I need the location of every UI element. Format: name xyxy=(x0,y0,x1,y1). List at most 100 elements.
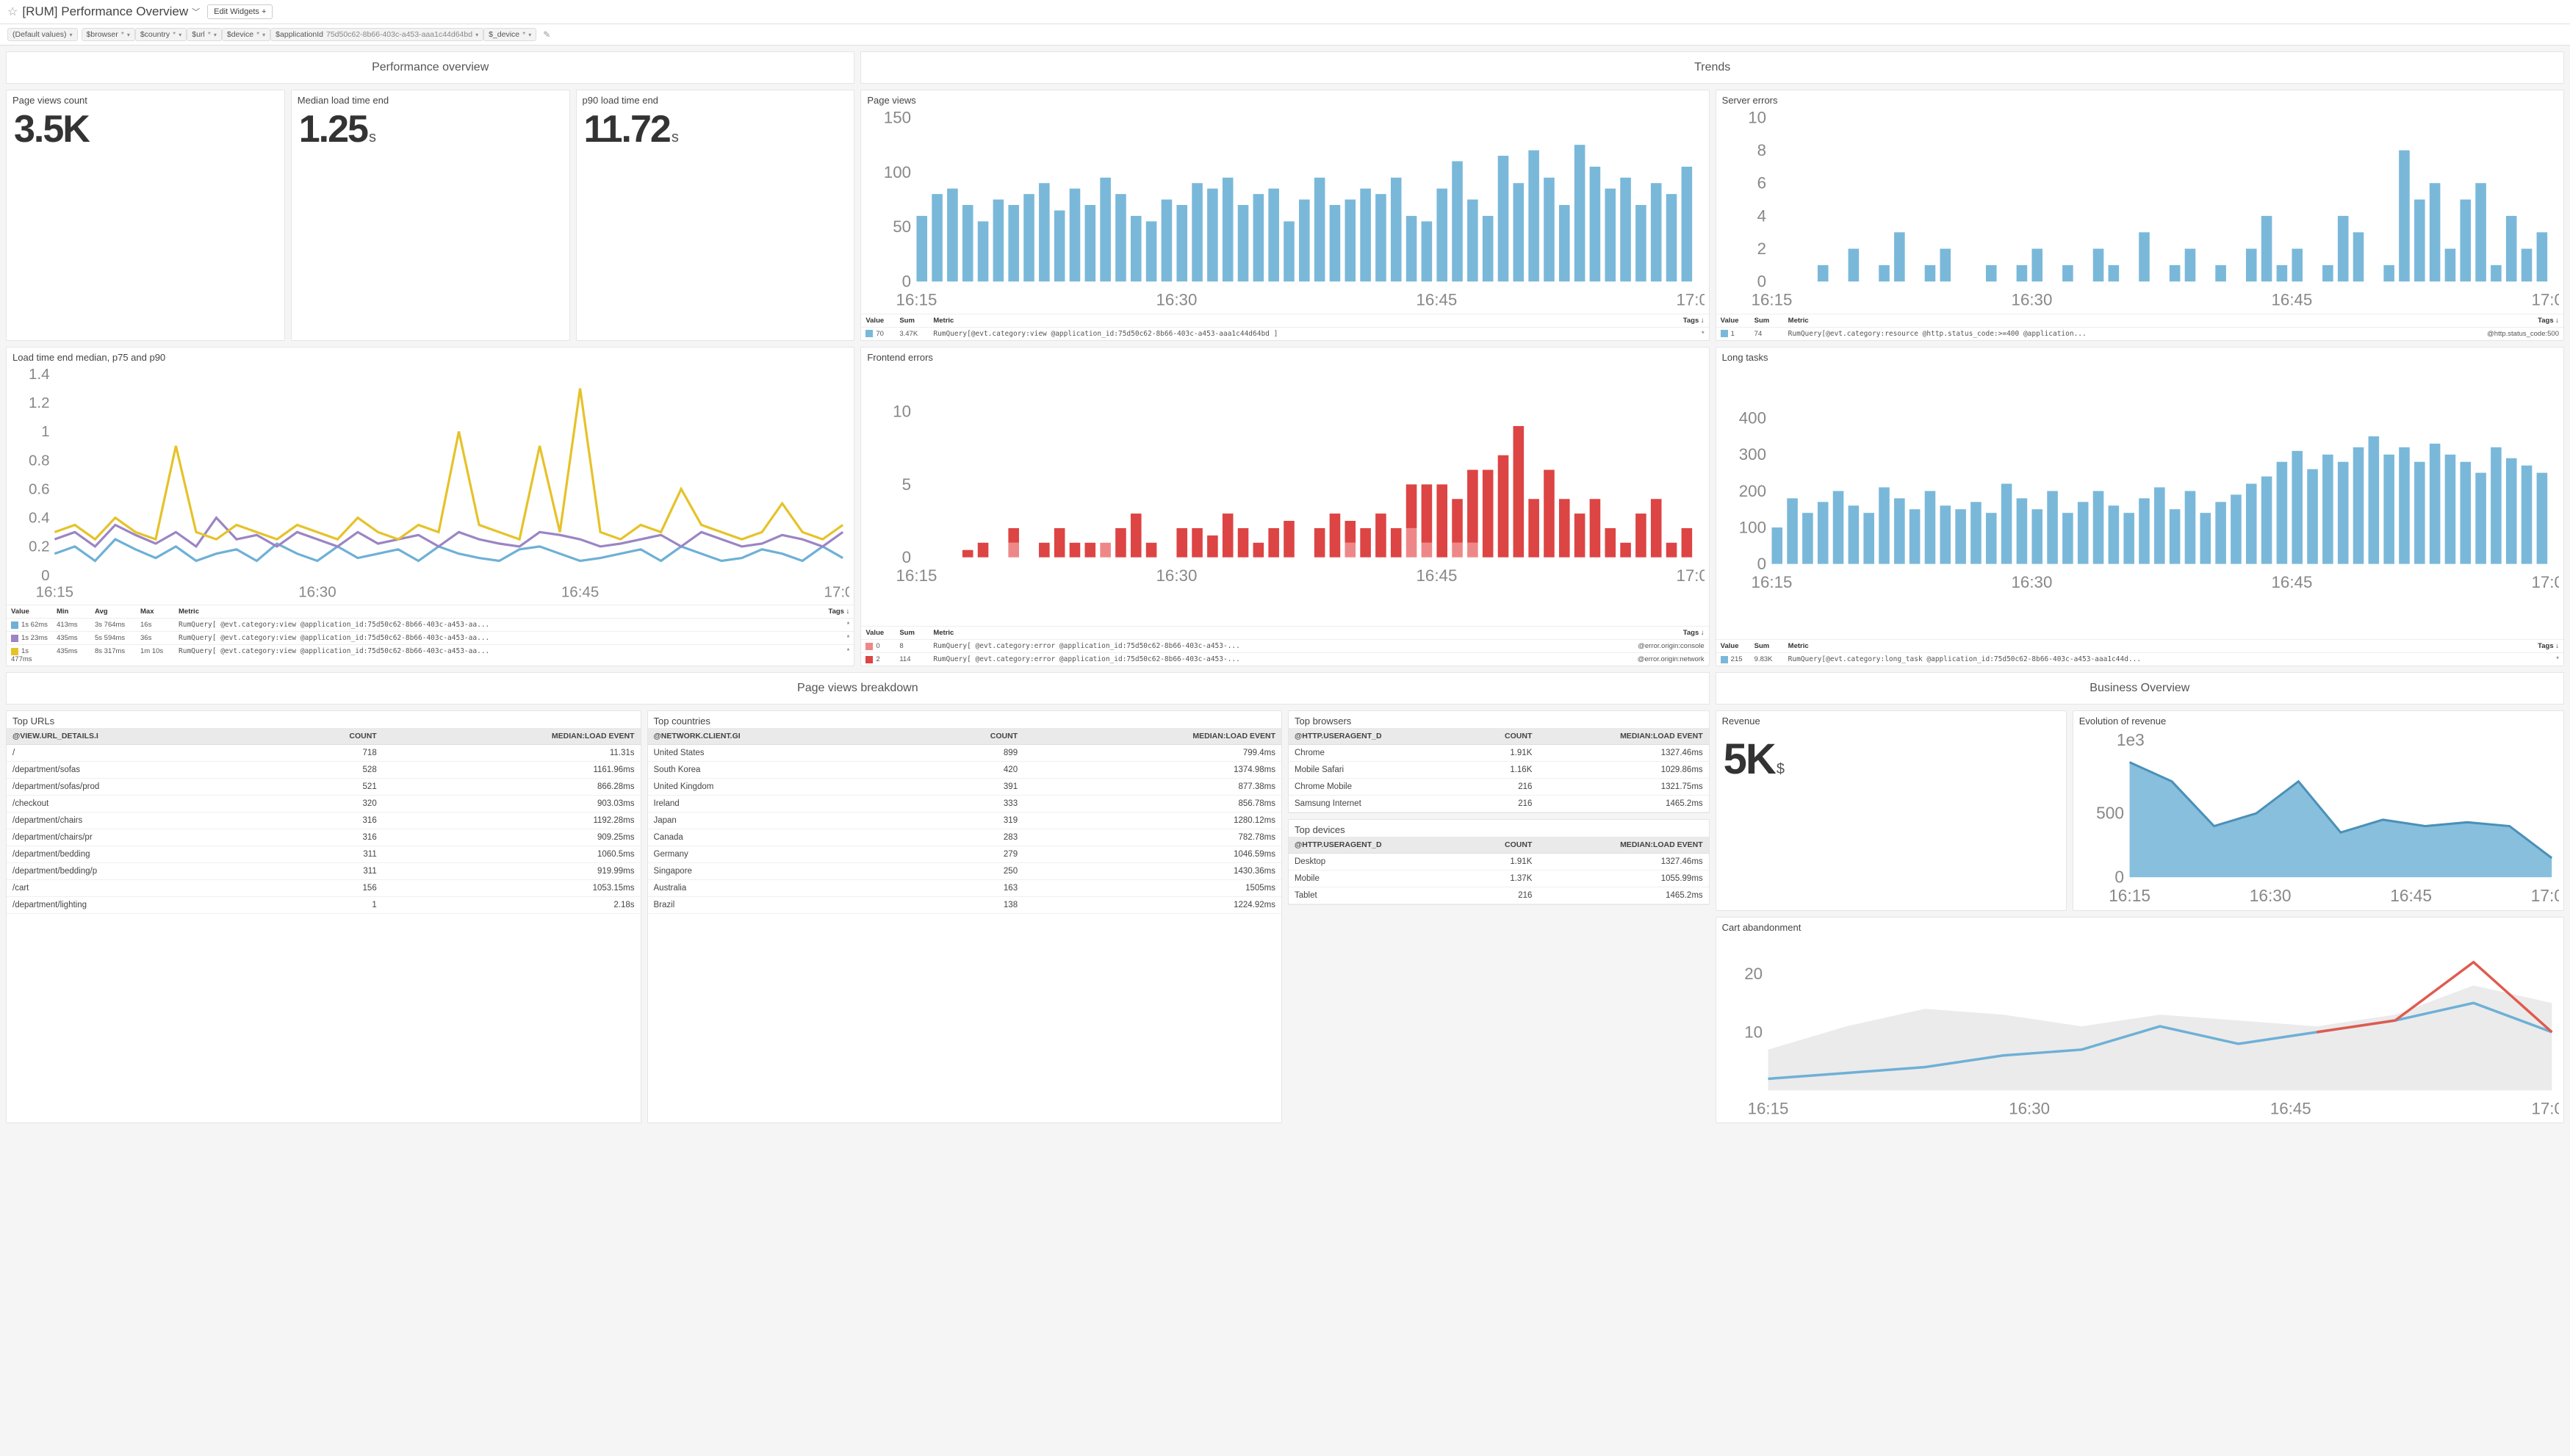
filter-defaults[interactable]: (Default values)▾ xyxy=(7,28,78,41)
section-business: Business Overview xyxy=(1716,672,2564,704)
svg-text:16:45: 16:45 xyxy=(2271,573,2312,591)
table-row[interactable]: /71811.31s xyxy=(7,745,641,762)
svg-text:16:30: 16:30 xyxy=(1156,290,1198,309)
plus-icon: + xyxy=(262,7,266,16)
table-row[interactable]: Tablet2161465.2ms xyxy=(1289,887,1709,904)
table-row[interactable]: Samsung Internet2161465.2ms xyxy=(1289,796,1709,812)
table-row[interactable]: /cart1561053.15ms xyxy=(7,880,641,897)
svg-text:400: 400 xyxy=(1738,409,1765,428)
caret-icon: ▾ xyxy=(70,32,73,38)
table-row[interactable]: Germany2791046.59ms xyxy=(648,846,1282,863)
chevron-down-icon[interactable]: ﹀ xyxy=(192,6,200,18)
kpi-p90-load: p90 load time end 11.72s xyxy=(576,90,855,341)
svg-text:0.6: 0.6 xyxy=(29,480,50,497)
filter-device[interactable]: $device * ▾ xyxy=(222,28,270,41)
col-count[interactable]: COUNT xyxy=(1467,728,1538,745)
table-top-devices: Top devices @HTTP.USERAGENT_DCOUNTMEDIAN… xyxy=(1288,819,1710,905)
svg-text:16:45: 16:45 xyxy=(1417,290,1458,309)
table-row[interactable]: Mobile1.37K1055.99ms xyxy=(1289,871,1709,887)
table-row[interactable]: /department/sofas5281161.96ms xyxy=(7,762,641,779)
chart-long-tasks: Long tasks 010020030040016:1516:3016:451… xyxy=(1716,347,2564,667)
table-row[interactable]: Desktop1.91K1327.46ms xyxy=(1289,854,1709,871)
col-count[interactable]: COUNT xyxy=(1467,837,1538,854)
edit-widgets-button[interactable]: Edit Widgets + xyxy=(207,4,273,19)
svg-text:100: 100 xyxy=(884,163,911,181)
table-top-urls: Top URLs @VIEW.URL_DETAILS.ICOUNTMEDIAN:… xyxy=(6,710,641,1123)
col-key[interactable]: @HTTP.USERAGENT_D xyxy=(1289,728,1467,745)
filter-country[interactable]: $country * ▾ xyxy=(135,28,187,41)
table-row[interactable]: Canada283782.78ms xyxy=(648,829,1282,846)
table-row[interactable]: Singapore2501430.36ms xyxy=(648,863,1282,880)
svg-text:16:45: 16:45 xyxy=(2270,1100,2311,1118)
col-key[interactable]: @NETWORK.CLIENT.GI xyxy=(648,728,917,745)
svg-text:17:00: 17:00 xyxy=(2531,886,2559,905)
svg-text:4: 4 xyxy=(1757,206,1765,225)
svg-text:5: 5 xyxy=(902,475,911,494)
svg-text:16:30: 16:30 xyxy=(2009,1100,2050,1118)
svg-text:16:15: 16:15 xyxy=(36,584,73,601)
filter-url[interactable]: $url * ▾ xyxy=(187,28,222,41)
chart-title: Server errors xyxy=(1716,90,2563,107)
table-row[interactable]: Mobile Safari1.16K1029.86ms xyxy=(1289,762,1709,779)
col-count[interactable]: COUNT xyxy=(276,728,383,745)
kpi-value: 5K xyxy=(1724,738,1775,781)
svg-text:16:30: 16:30 xyxy=(298,584,336,601)
table-row[interactable]: /department/lighting12.18s xyxy=(7,897,641,914)
col-median[interactable]: MEDIAN:LOAD EVENT xyxy=(1023,728,1281,745)
col-median[interactable]: MEDIAN:LOAD EVENT xyxy=(1538,837,1708,854)
filter-applicationId[interactable]: $applicationId 75d50c62-8b66-403c-a453-a… xyxy=(270,28,483,41)
table-row[interactable]: Brazil1381224.92ms xyxy=(648,897,1282,914)
svg-text:150: 150 xyxy=(884,110,911,126)
svg-text:300: 300 xyxy=(1738,445,1765,464)
svg-text:1: 1 xyxy=(41,423,49,440)
section-trends: Trends xyxy=(860,51,2564,84)
table-title: Top devices xyxy=(1289,820,1709,837)
caret-icon: ▾ xyxy=(528,32,531,38)
table-row[interactable]: South Korea4201374.98ms xyxy=(648,762,1282,779)
svg-text:16:30: 16:30 xyxy=(2249,886,2291,905)
svg-text:0: 0 xyxy=(1757,555,1765,573)
table-row[interactable]: /department/sofas/prod521866.28ms xyxy=(7,779,641,796)
table-row[interactable]: Ireland333856.78ms xyxy=(648,796,1282,812)
star-icon[interactable]: ☆ xyxy=(7,4,18,19)
table-row[interactable]: /department/chairs3161192.28ms xyxy=(7,812,641,829)
dashboard-title: [RUM] Performance Overview xyxy=(22,4,188,19)
svg-text:1.2: 1.2 xyxy=(29,394,50,411)
table-row[interactable]: Australia1631505ms xyxy=(648,880,1282,897)
table-row[interactable]: United Kingdom391877.38ms xyxy=(648,779,1282,796)
kpi-value: 3.5K xyxy=(14,110,89,148)
col-key[interactable]: @VIEW.URL_DETAILS.I xyxy=(7,728,276,745)
table-row[interactable]: Chrome1.91K1327.46ms xyxy=(1289,745,1709,762)
caret-icon: ▾ xyxy=(179,32,181,38)
col-median[interactable]: MEDIAN:LOAD EVENT xyxy=(383,728,641,745)
table-row[interactable]: United States899799.4ms xyxy=(648,745,1282,762)
filter-_device[interactable]: $_device * ▾ xyxy=(483,28,536,41)
chart-title: Frontend errors xyxy=(861,347,1708,364)
table-row[interactable]: /department/bedding/p311919.99ms xyxy=(7,863,641,880)
table-row[interactable]: /department/chairs/pr316909.25ms xyxy=(7,829,641,846)
caret-icon: ▾ xyxy=(262,32,265,38)
col-median[interactable]: MEDIAN:LOAD EVENT xyxy=(1538,728,1708,745)
col-key[interactable]: @HTTP.USERAGENT_D xyxy=(1289,837,1467,854)
table-row[interactable]: Japan3191280.12ms xyxy=(648,812,1282,829)
svg-text:17:00: 17:00 xyxy=(1677,566,1705,585)
table-title: Top countries xyxy=(648,711,1282,728)
col-count[interactable]: COUNT xyxy=(917,728,1024,745)
kpi-revenue: Revenue 5K$ xyxy=(1716,710,2067,910)
svg-text:200: 200 xyxy=(1738,482,1765,500)
kpi-value: 11.72 xyxy=(584,110,670,148)
table-row[interactable]: /checkout320903.03ms xyxy=(7,796,641,812)
chart-title: Page views xyxy=(861,90,1708,107)
svg-text:10: 10 xyxy=(893,403,912,421)
table-row[interactable]: Chrome Mobile2161321.75ms xyxy=(1289,779,1709,796)
chart-page-views: Page views 05010015016:1516:3016:4517:00… xyxy=(860,90,1709,341)
svg-text:0.4: 0.4 xyxy=(29,510,50,527)
table-row[interactable]: /department/bedding3111060.5ms xyxy=(7,846,641,863)
svg-text:6: 6 xyxy=(1757,174,1765,192)
svg-text:16:45: 16:45 xyxy=(2390,886,2432,905)
svg-text:16:45: 16:45 xyxy=(1417,566,1458,585)
pencil-icon[interactable]: ✎ xyxy=(543,29,550,40)
svg-text:17:00: 17:00 xyxy=(2531,290,2559,309)
filter-browser[interactable]: $browser * ▾ xyxy=(82,28,135,41)
chart-title: Cart abandonment xyxy=(1716,918,2563,934)
